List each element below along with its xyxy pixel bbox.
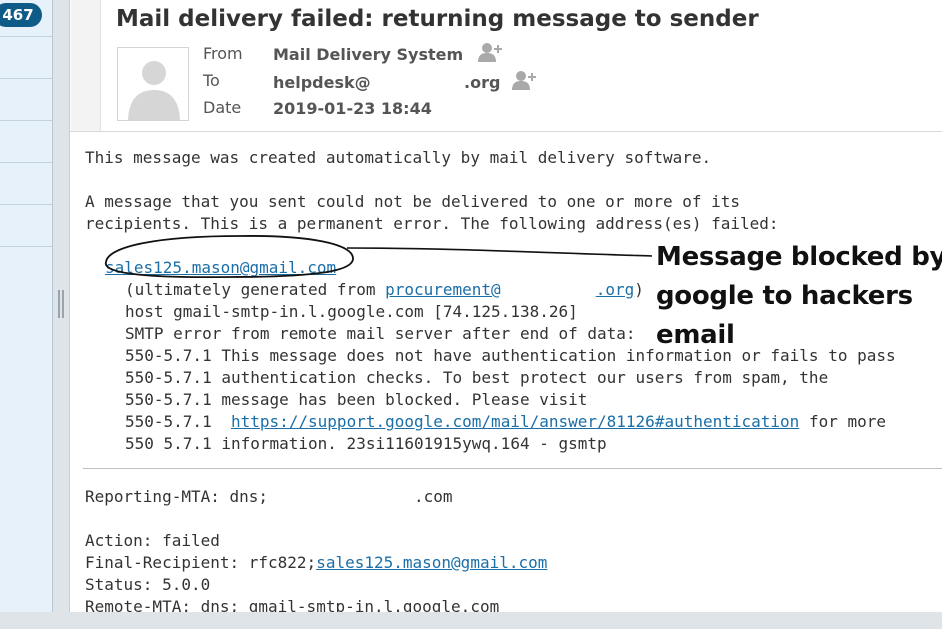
- folder-pane: 467: [0, 0, 53, 612]
- annotation-line: Message blocked by: [656, 242, 942, 272]
- annotation-circle: [105, 235, 354, 279]
- folder-row-divider: [0, 162, 52, 163]
- folder-row-divider: [0, 36, 52, 37]
- folder-row-divider: [0, 204, 52, 205]
- folder-row-divider: [0, 246, 52, 247]
- folder-row-divider: [0, 120, 52, 121]
- status-bar: [0, 612, 942, 629]
- annotation-line: email: [656, 320, 735, 350]
- annotation-line: google to hackers: [656, 281, 913, 311]
- folder-row-divider: [0, 78, 52, 79]
- message-pane: Mail delivery failed: returning message …: [69, 0, 942, 612]
- annotation-arrow-line: [346, 247, 653, 257]
- splitter-grip-icon[interactable]: [58, 290, 64, 318]
- unread-count-badge[interactable]: 467: [0, 3, 42, 27]
- annotation-note: Message blocked by google to hackers ema…: [656, 238, 942, 355]
